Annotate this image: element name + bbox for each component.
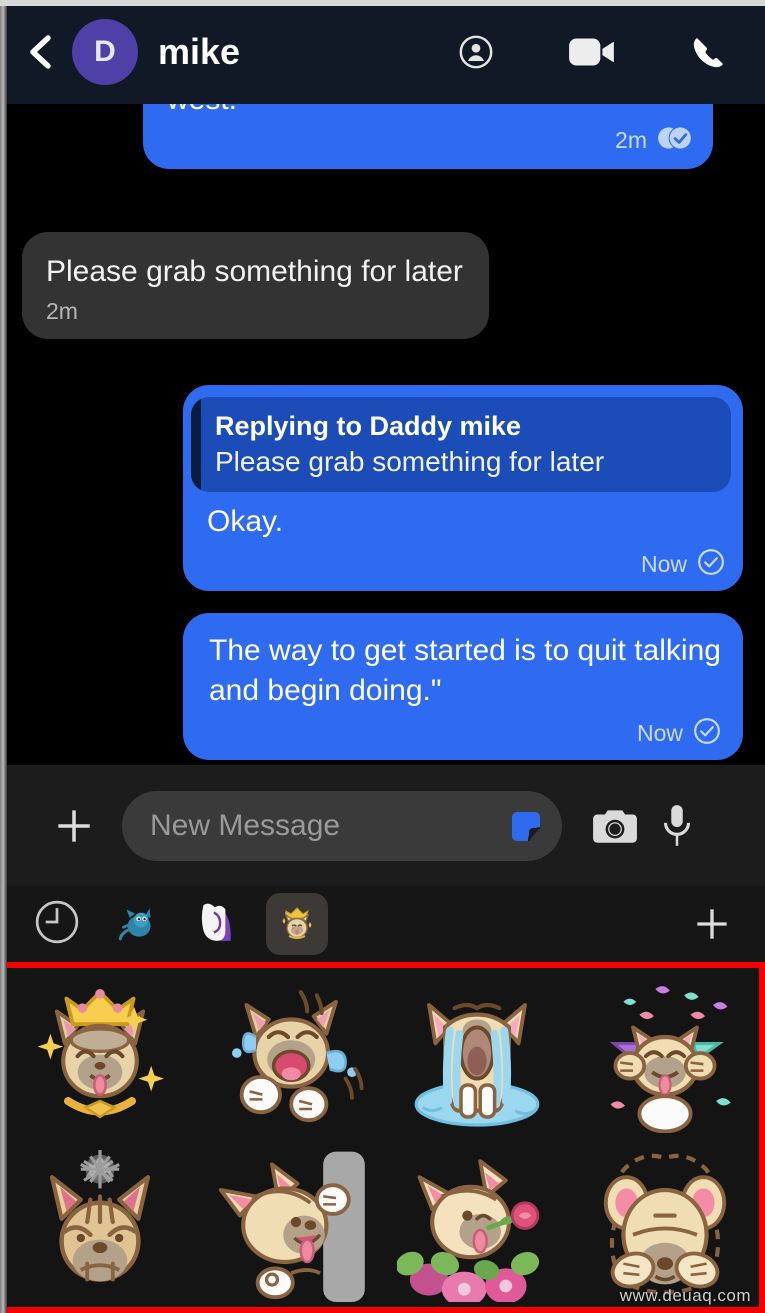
message-bubble-outgoing-quote[interactable]: The way to get started is to quit talkin… [183, 613, 743, 761]
sticker-angry-pug[interactable] [6, 1138, 194, 1308]
sticker-flower-pug[interactable] [383, 1138, 571, 1308]
avatar[interactable]: D [72, 19, 138, 85]
message-bubble-outgoing-reply[interactable]: Replying to Daddy mike Please grab somet… [183, 384, 743, 592]
sticker-king-pug[interactable] [6, 968, 194, 1138]
message-time: 2m [615, 127, 647, 153]
message-meta: 2m [46, 298, 463, 325]
back-button[interactable] [18, 28, 66, 76]
message-text: Please grab something for later [46, 255, 463, 288]
clock-icon [34, 899, 80, 950]
avatar-initial: D [94, 35, 116, 68]
crown-pug-sticker-icon [275, 900, 319, 949]
page-title: mike [158, 31, 241, 72]
message-time: Now [640, 551, 687, 578]
sticker-confetti-pug[interactable] [571, 968, 759, 1138]
sticker-laughing-crying-pug[interactable] [194, 968, 382, 1138]
reply-quote-block[interactable]: Replying to Daddy mike Please grab somet… [191, 396, 731, 493]
double-circle-check-icon [657, 124, 693, 157]
device-edge-strip [0, 0, 7, 1313]
message-bubble-outgoing-clipped[interactable]: west. 2m [143, 104, 713, 169]
sticker-tab-white-hand[interactable] [186, 893, 248, 955]
sticker-sobbing-pug[interactable] [383, 968, 571, 1138]
reply-quote-accent-bar [191, 396, 201, 493]
sticker-shy-pug[interactable] [571, 1138, 759, 1308]
sticker-tab-bar [0, 886, 765, 962]
message-row-outgoing-reply: Replying to Daddy mike Please grab somet… [22, 384, 743, 592]
profile-circle-icon[interactable] [445, 24, 507, 80]
messaging-app-screen: D mike west. [0, 0, 765, 1313]
add-attachment-button[interactable] [44, 803, 104, 849]
message-row-incoming: Please grab something for later 2m [22, 232, 743, 339]
message-meta: 2m [167, 124, 693, 157]
camera-icon[interactable] [584, 805, 646, 847]
message-row-outgoing-quote: The way to get started is to quit talkin… [22, 613, 743, 761]
white-hand-sticker-icon [194, 899, 240, 950]
add-sticker-pack-button[interactable] [681, 893, 743, 955]
message-bubble-incoming[interactable]: Please grab something for later 2m [22, 232, 489, 339]
reply-quote-body: Replying to Daddy mike Please grab somet… [201, 397, 620, 492]
message-composer: New Message [0, 764, 765, 886]
reply-quote-title: Replying to Daddy mike [215, 410, 522, 441]
sticker-grid[interactable]: www.deuaq.com [0, 962, 765, 1313]
blue-cat-sticker-icon [114, 899, 160, 950]
message-list[interactable]: west. 2m Please grab something for later [0, 104, 765, 764]
video-camera-icon[interactable] [561, 24, 623, 80]
sticker-peeking-pug[interactable] [194, 1138, 382, 1308]
sticker-tab-crown-pug[interactable] [266, 893, 328, 955]
circle-check-icon [697, 548, 725, 581]
message-meta: Now [201, 548, 725, 581]
device-edge-top [0, 0, 765, 6]
message-text: The way to get started is to quit talkin… [209, 634, 721, 708]
sticker-icon[interactable] [504, 804, 548, 848]
sticker-tab-recent[interactable] [26, 893, 88, 955]
watermark: www.deuaq.com [619, 1286, 751, 1305]
sticker-tab-blue-cat[interactable] [106, 893, 168, 955]
reply-quote-text: Please grab something for later [215, 445, 605, 477]
message-time: 2m [46, 297, 78, 324]
chat-header: D mike [0, 0, 765, 104]
message-meta: Now [209, 717, 721, 750]
row-spacer [22, 361, 743, 385]
message-time: Now [636, 720, 683, 747]
message-input-placeholder: New Message [150, 808, 341, 842]
circle-check-icon [693, 717, 721, 750]
phone-icon[interactable] [677, 24, 739, 80]
microphone-icon[interactable] [646, 802, 708, 850]
message-text: Okay. [207, 505, 284, 539]
message-text: west. [167, 104, 693, 118]
message-input-field[interactable]: New Message [122, 790, 562, 861]
